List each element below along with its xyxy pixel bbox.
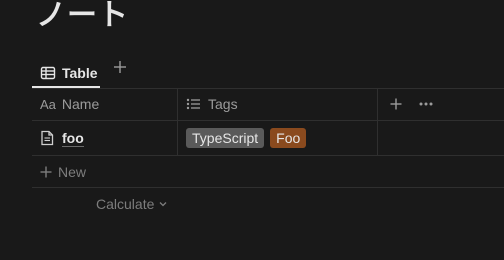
- page-icon: [40, 130, 54, 146]
- chevron-down-icon: [158, 199, 168, 209]
- tag-badge: TypeScript: [186, 128, 265, 148]
- tab-label: Table: [62, 65, 98, 81]
- more-options-button[interactable]: [416, 94, 436, 114]
- view-tabs-bar: Table: [32, 52, 504, 89]
- plus-icon: [390, 98, 402, 110]
- tag-badge: Foo: [270, 128, 307, 148]
- text-property-icon: Aa: [40, 96, 56, 112]
- column-divider: [377, 88, 378, 120]
- table-header-row: Aa Name Tags: [32, 88, 504, 121]
- add-view-button[interactable]: [110, 57, 130, 77]
- more-horizontal-icon: [419, 102, 433, 106]
- tab-table[interactable]: Table: [40, 58, 98, 88]
- column-divider: [177, 121, 178, 155]
- column-header-label: Name: [61, 96, 100, 112]
- calculate-label: Calculate: [96, 196, 155, 212]
- page-title[interactable]: ノート: [36, 0, 129, 34]
- column-header-label: Tags: [208, 96, 238, 112]
- plus-icon: [113, 60, 127, 74]
- add-property-button[interactable]: [386, 94, 406, 114]
- column-header-name[interactable]: Aa Name: [40, 88, 99, 120]
- row-title[interactable]: foo: [62, 130, 84, 147]
- calculate-button[interactable]: Calculate: [96, 194, 168, 214]
- table-icon: [40, 65, 56, 81]
- cell-name[interactable]: foo: [40, 121, 84, 155]
- new-row-label: New: [58, 163, 87, 180]
- table-row[interactable]: foo TypeScript Foo: [32, 121, 504, 156]
- column-divider: [177, 88, 178, 120]
- column-header-tags[interactable]: Tags: [186, 88, 238, 120]
- list-property-icon: [186, 97, 202, 111]
- new-row-button[interactable]: New: [40, 156, 86, 187]
- new-row-area: New: [32, 156, 504, 188]
- cell-tags[interactable]: TypeScript Foo: [186, 121, 307, 155]
- plus-icon: [40, 166, 52, 178]
- column-divider: [377, 121, 378, 155]
- notion-database-page: ノート Table Aa Name Tags foo TypeScript Fo…: [0, 0, 504, 260]
